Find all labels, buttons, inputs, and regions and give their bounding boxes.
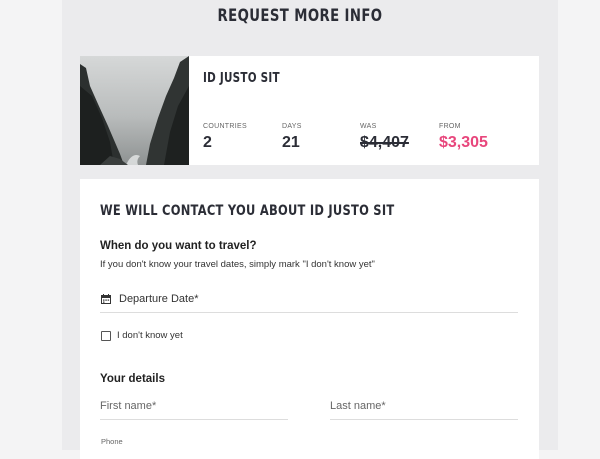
stat-label: COUNTRIES bbox=[203, 123, 247, 130]
checkbox-label: I don't know yet bbox=[117, 330, 183, 341]
departure-date-field[interactable]: Departure Date* bbox=[100, 292, 518, 313]
page-title: REQUEST MORE INFO bbox=[217, 6, 383, 26]
travel-question: When do you want to travel? bbox=[100, 240, 257, 252]
stat-label: WAS bbox=[360, 123, 377, 130]
stat-value: $4,407 bbox=[360, 134, 409, 151]
form-title: WE WILL CONTACT YOU ABOUT ID JUSTO SIT bbox=[100, 203, 395, 219]
trip-image bbox=[80, 56, 189, 165]
checkbox-box[interactable] bbox=[101, 331, 111, 341]
trip-summary-card: ID JUSTO SIT COUNTRIES 2 DAYS 21 WAS $4,… bbox=[80, 56, 539, 165]
contact-form: WE WILL CONTACT YOU ABOUT ID JUSTO SIT W… bbox=[80, 179, 539, 459]
first-name-input[interactable] bbox=[100, 393, 288, 420]
stat-value: $3,305 bbox=[439, 134, 488, 151]
stat-label: DAYS bbox=[282, 123, 302, 130]
calendar-icon bbox=[101, 294, 111, 304]
last-name-input[interactable] bbox=[330, 393, 518, 420]
stat-countries: COUNTRIES 2 bbox=[203, 123, 247, 152]
stat-value: 21 bbox=[282, 134, 300, 151]
stat-from-price: FROM $3,305 bbox=[439, 123, 488, 152]
your-details-title: Your details bbox=[100, 373, 165, 385]
travel-help-text: If you don't know your travel dates, sim… bbox=[100, 259, 375, 270]
stat-label: FROM bbox=[439, 123, 461, 130]
stat-days: DAYS 21 bbox=[282, 123, 302, 152]
stat-value: 2 bbox=[203, 134, 212, 151]
departure-date-placeholder: Departure Date* bbox=[119, 293, 199, 305]
stat-was-price: WAS $4,407 bbox=[360, 123, 409, 152]
trip-name: ID JUSTO SIT bbox=[203, 71, 280, 86]
phone-label: Phone bbox=[101, 437, 123, 446]
